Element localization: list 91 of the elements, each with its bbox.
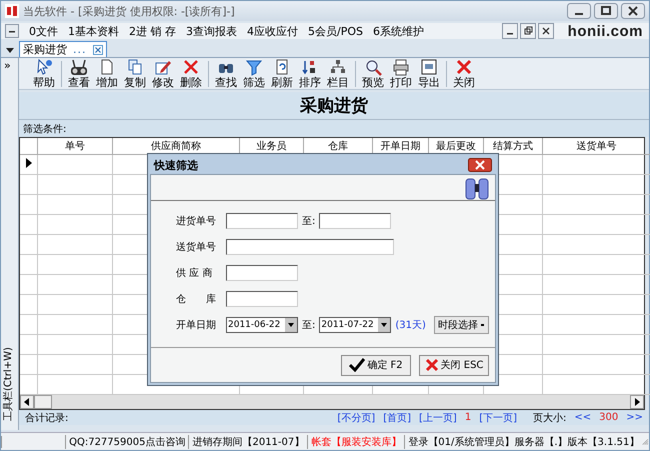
total-label: 合计记录: — [25, 412, 68, 424]
input-field[interactable] — [319, 213, 392, 229]
close-icon[interactable] — [621, 3, 645, 19]
system-menu-icon[interactable] — [5, 24, 19, 38]
menu-item[interactable]: 3查询报表 — [186, 24, 237, 38]
close-icon[interactable] — [92, 44, 102, 54]
field-label: 送货单号 — [176, 240, 217, 254]
dialog-title: 快速筛选 — [154, 158, 198, 172]
toolbar-button[interactable]: 修改 — [149, 58, 177, 89]
glasses-icon — [70, 58, 88, 76]
minimize-icon[interactable] — [567, 3, 591, 19]
page-size-label: 页大小: — [533, 412, 566, 424]
status-text: 帐套【服装安装库】 — [307, 434, 404, 448]
window-title: 当先软件 - [采购进货 使用权限: -[读所有]-] — [23, 4, 236, 18]
toolbar-button[interactable]: 增加 — [93, 58, 121, 89]
toolbar-button[interactable]: 预览 — [359, 58, 387, 89]
page-number: 1 — [464, 412, 472, 423]
filter-icon — [245, 58, 263, 76]
page-link[interactable]: [首页] — [383, 410, 411, 424]
toolbar-button[interactable]: 导出 — [415, 58, 443, 89]
toolbar-button[interactable]: 刷新 — [268, 58, 296, 89]
scroll-thumb[interactable] — [34, 395, 52, 409]
next-size-link[interactable]: >> — [626, 412, 643, 423]
cross-icon — [424, 358, 439, 372]
menu-item[interactable]: 2进 销 存 — [129, 24, 176, 38]
page-link[interactable]: [下一页] — [479, 410, 517, 424]
toolbar-button[interactable]: 打印 — [387, 58, 415, 89]
menu-item[interactable]: 0文件 — [29, 24, 58, 38]
input-field[interactable] — [226, 265, 298, 281]
toolbar-button[interactable]: 关闭 — [450, 58, 478, 89]
period-button[interactable]: 时段选择 — [434, 316, 489, 334]
date-field[interactable]: 2011-07-22 — [319, 317, 392, 333]
menu-item[interactable]: 5会员/POS — [308, 24, 363, 38]
input-field[interactable] — [226, 213, 298, 229]
page-heading: 采购进货 — [19, 92, 649, 120]
binoculars-icon — [465, 176, 489, 200]
previous-size-link[interactable]: << — [574, 412, 592, 423]
logo: honii.com — [568, 22, 643, 40]
toolbar-button[interactable]: 排序 — [296, 58, 324, 89]
edit-icon — [154, 58, 172, 76]
field-label: 供 应 商 — [176, 266, 214, 280]
toolbar-button[interactable]: 帮助 — [30, 58, 58, 89]
menu-item[interactable]: 4应收应付 — [247, 24, 298, 38]
filter-label: 筛选条件: — [19, 120, 649, 137]
close-icon[interactable] — [538, 23, 554, 39]
minimize-icon[interactable] — [502, 23, 518, 39]
resize-grip-icon — [642, 436, 649, 446]
help-icon — [35, 58, 53, 76]
date-field[interactable]: 2011-06-22 — [226, 317, 298, 333]
close-button[interactable]: 关闭 ESC — [419, 354, 489, 376]
day-count: (31天) — [395, 319, 426, 332]
page-link[interactable]: [不分页] — [337, 410, 376, 424]
input-field[interactable] — [226, 291, 298, 307]
export-icon — [420, 58, 438, 76]
printer-icon — [392, 58, 410, 76]
app-icon — [5, 4, 19, 18]
tree-icon — [329, 58, 347, 76]
page-link[interactable]: [上一页] — [419, 410, 457, 424]
tab[interactable]: 采购进货 ... — [19, 41, 106, 57]
toolbar-button[interactable]: 复制 — [121, 58, 149, 89]
toolbar-button[interactable]: 删除 — [177, 58, 205, 89]
scroll-left-icon[interactable] — [20, 395, 34, 409]
toolbar-button[interactable]: 查找 — [212, 58, 240, 89]
column-header[interactable]: 送货单号 — [542, 138, 650, 154]
menu-item[interactable]: 6系统维护 — [372, 24, 424, 38]
range-label: 至: — [302, 319, 316, 332]
close-icon[interactable] — [468, 158, 492, 172]
maximize-icon[interactable] — [594, 3, 618, 19]
input-field[interactable] — [226, 239, 394, 255]
restore-icon[interactable] — [520, 23, 536, 39]
field-label: 进货单号 — [176, 214, 217, 228]
ok-button[interactable]: 确定 F2 — [341, 354, 411, 376]
field-label: 仓 库 — [176, 292, 217, 306]
toolbar-button[interactable]: 筛选 — [240, 58, 268, 89]
toolbar-button[interactable]: 栏目 — [324, 58, 352, 89]
checkmark-icon — [349, 358, 366, 372]
menu-item[interactable]: 1基本资料 — [68, 24, 119, 38]
range-label: 至: — [302, 215, 316, 228]
row-pointer-icon — [26, 158, 32, 168]
close-icon — [455, 58, 473, 76]
expand-toggle[interactable]: » — [4, 59, 11, 72]
status-text: 进销存期间【2011-07】 — [188, 434, 308, 448]
field-label: 开单日期 — [176, 318, 217, 332]
scroll-right-icon[interactable] — [630, 395, 644, 409]
column-header[interactable]: 单号 — [38, 138, 112, 154]
side-label[interactable]: 工具栏(Ctrl+W) — [1, 329, 15, 421]
delete-icon — [182, 58, 200, 76]
page-size-value: 300 — [599, 412, 618, 423]
status-text: 登录【01/系统管理员】服务器【.】版本【3.1.51】 — [404, 434, 642, 448]
toolbar-button[interactable]: 查看 — [65, 58, 93, 89]
status-text: QQ:727759005点击咨询 — [65, 434, 188, 448]
